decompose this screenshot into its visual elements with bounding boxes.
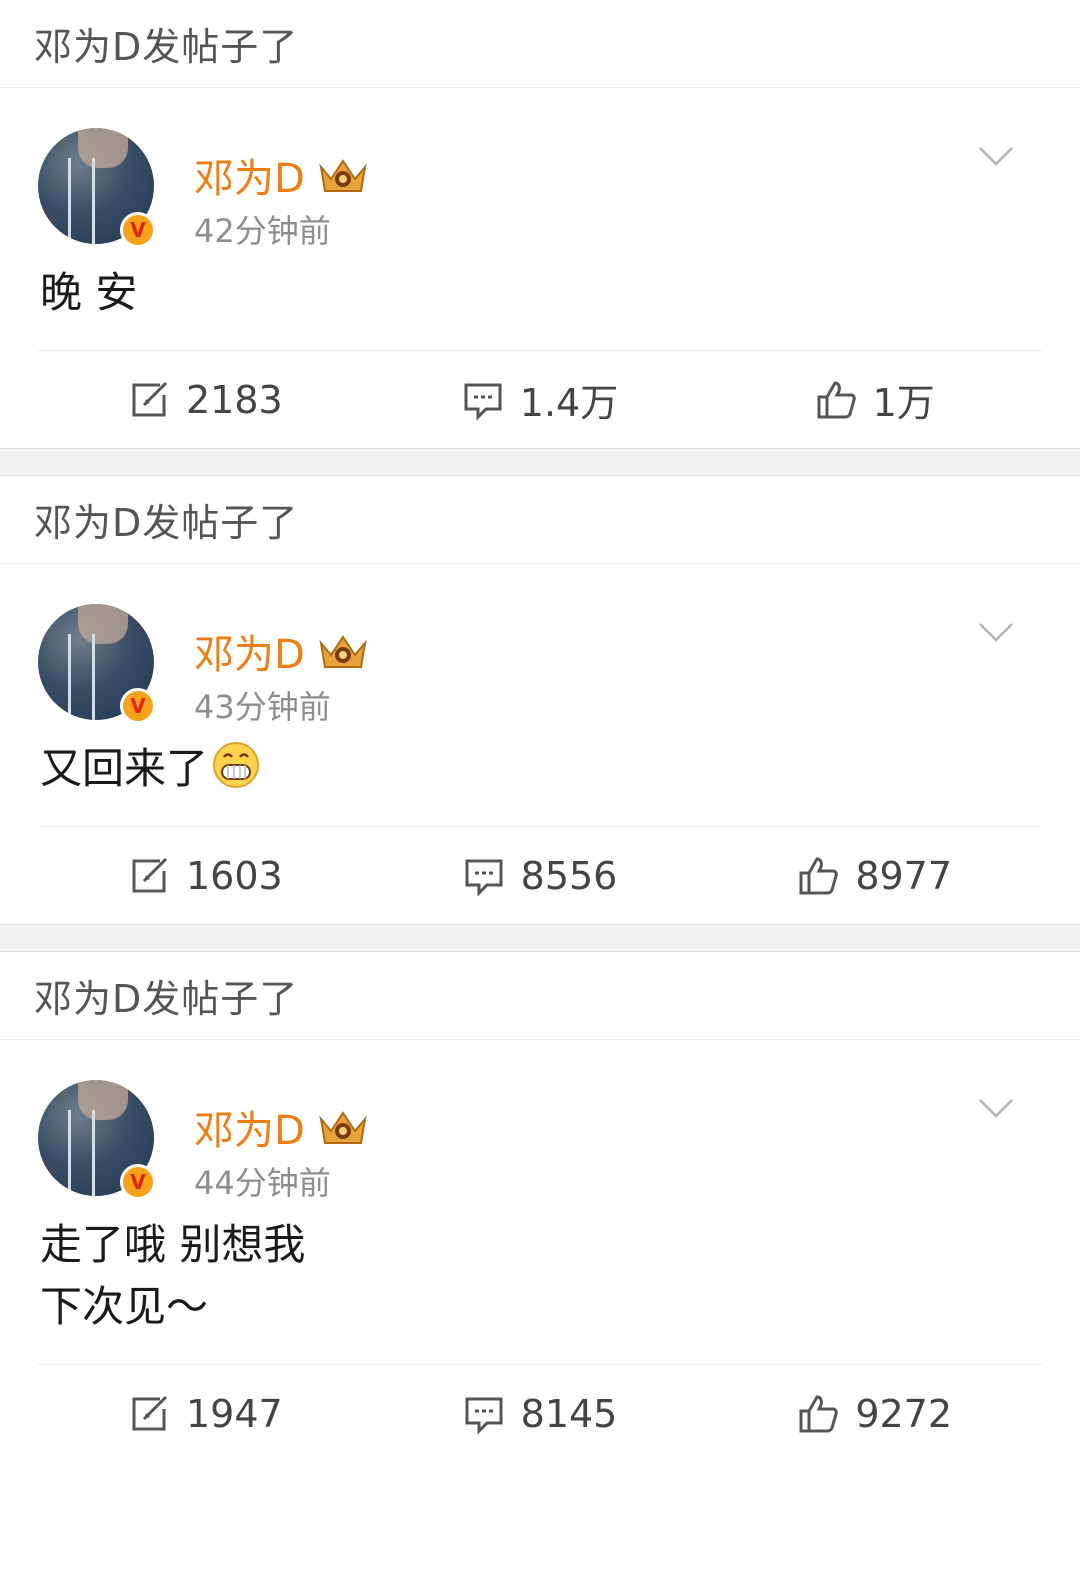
- comment-count: 8145: [520, 1391, 618, 1436]
- post-3: 邓为D发帖子了 V 邓为D 44分钟前 走了哦 别想我 下次见～ 1947 81…: [0, 952, 1080, 1462]
- post-header: V 邓为D 43分钟前: [38, 564, 1042, 734]
- verified-badge-icon: V: [120, 1164, 156, 1200]
- post-time: 42分钟前: [194, 212, 331, 250]
- crown-icon: [319, 635, 367, 668]
- content-line: 又回来了: [40, 738, 1042, 800]
- repost-count: 1603: [185, 853, 283, 898]
- author-name-text: 邓为D: [194, 156, 305, 202]
- post-header: V 邓为D 42分钟前: [38, 88, 1042, 258]
- post-notice[interactable]: 邓为D发帖子了: [0, 0, 1080, 88]
- repost-button[interactable]: 2183: [38, 378, 373, 422]
- post-time: 43分钟前: [194, 688, 331, 726]
- repost-count: 2183: [185, 377, 283, 422]
- verified-badge-icon: V: [120, 212, 156, 248]
- chevron-down-icon[interactable]: [978, 1096, 1014, 1120]
- post-notice[interactable]: 邓为D发帖子了: [0, 476, 1080, 564]
- repost-icon: [132, 381, 168, 416]
- content-line: 走了哦 别想我: [40, 1220, 306, 1269]
- post-2: 邓为D发帖子了 V 邓为D 43分钟前 又回来了 1603 8556 8977: [0, 476, 1080, 924]
- author-name-text: 邓为D: [194, 1108, 305, 1154]
- action-bar: 1947 8145 9272: [38, 1364, 1042, 1462]
- crown-icon: [319, 1111, 367, 1144]
- separator: [0, 448, 1080, 476]
- crown-icon: [319, 159, 367, 192]
- post-content[interactable]: 晚 安: [38, 258, 1042, 350]
- author-name[interactable]: 邓为D: [194, 1098, 369, 1156]
- comment-icon: [464, 383, 502, 421]
- like-button[interactable]: 9272: [707, 1392, 1042, 1436]
- comment-button[interactable]: 8145: [373, 1392, 708, 1436]
- comment-icon: [465, 859, 503, 897]
- grinning-emoji-icon: [213, 742, 260, 788]
- repost-button[interactable]: 1603: [38, 854, 373, 898]
- author-name[interactable]: 邓为D: [194, 622, 369, 680]
- separator: [0, 924, 1080, 952]
- post-card[interactable]: V 邓为D 43分钟前 又回来了 1603 8556 8977: [0, 564, 1080, 924]
- repost-button[interactable]: 1947: [38, 1392, 373, 1436]
- like-count: 8977: [855, 853, 953, 898]
- author-name-text: 邓为D: [194, 632, 305, 678]
- action-bar: 2183 1.4万 1万: [38, 350, 1042, 448]
- verified-badge-icon: V: [120, 688, 156, 724]
- like-button[interactable]: 8977: [707, 854, 1042, 898]
- action-bar: 1603 8556 8977: [38, 826, 1042, 924]
- post-card[interactable]: V 邓为D 42分钟前 晚 安 2183 1.4万 1万: [0, 88, 1080, 448]
- like-button[interactable]: 1万: [707, 372, 1042, 427]
- author-name[interactable]: 邓为D: [194, 146, 369, 204]
- post-header: V 邓为D 44分钟前: [38, 1040, 1042, 1210]
- like-count: 9272: [855, 1391, 953, 1436]
- chevron-down-icon[interactable]: [978, 144, 1014, 168]
- content-line: 下次见～: [40, 1282, 209, 1331]
- comment-count: 8556: [520, 853, 618, 898]
- comment-count: 1.4万: [519, 381, 619, 425]
- repost-icon: [132, 857, 168, 892]
- post-card[interactable]: V 邓为D 44分钟前 走了哦 别想我 下次见～ 1947 8145 9272: [0, 1040, 1080, 1462]
- repost-icon: [132, 1395, 168, 1430]
- chevron-down-icon[interactable]: [978, 620, 1014, 644]
- comment-button[interactable]: 8556: [373, 854, 708, 898]
- like-count: 1万: [872, 381, 935, 425]
- post-content[interactable]: 又回来了: [38, 734, 1042, 826]
- post-content[interactable]: 走了哦 别想我 下次见～: [38, 1210, 1042, 1364]
- content-text: 又回来了: [40, 744, 209, 793]
- comment-icon: [465, 1397, 503, 1435]
- comment-button[interactable]: 1.4万: [373, 372, 708, 427]
- post-notice[interactable]: 邓为D发帖子了: [0, 952, 1080, 1040]
- thumbs-up-icon: [817, 380, 856, 418]
- post-time: 44分钟前: [194, 1164, 331, 1202]
- thumbs-up-icon: [799, 1394, 839, 1432]
- content-line: 晚 安: [40, 268, 138, 317]
- thumbs-up-icon: [799, 856, 839, 894]
- post-1: 邓为D发帖子了 V 邓为D 42分钟前 晚 安 2183 1.4万 1万: [0, 0, 1080, 448]
- repost-count: 1947: [185, 1391, 283, 1436]
